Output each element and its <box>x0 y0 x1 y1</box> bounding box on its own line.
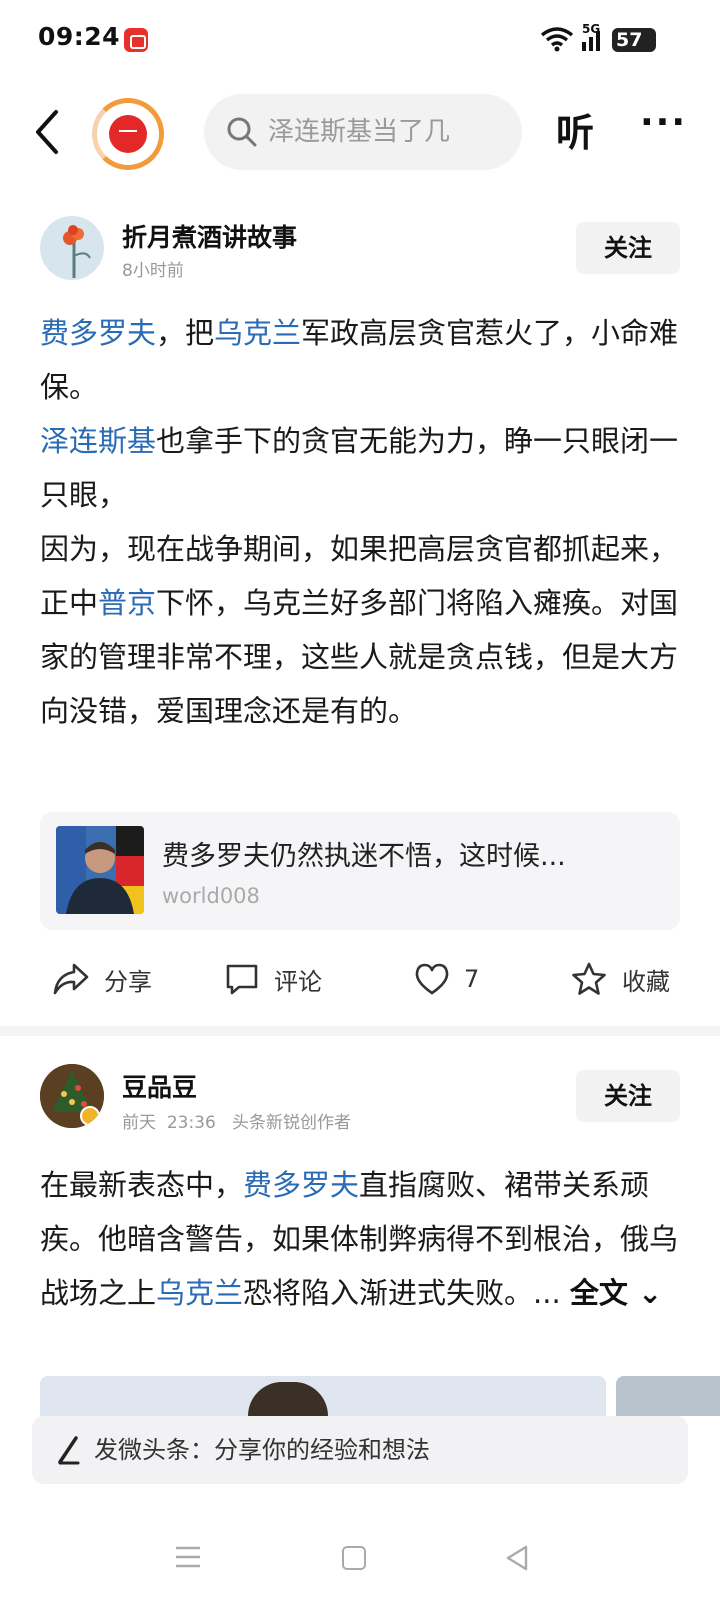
like-button[interactable]: 7 <box>414 956 479 1002</box>
pen-icon <box>58 1436 80 1465</box>
recent-apps-icon[interactable] <box>175 1544 201 1570</box>
like-count: 7 <box>464 965 480 993</box>
battery-level: 57 <box>616 29 643 51</box>
post-paragraph: 泽连斯基也拿手下的贪官无能为力，睁一只眼闭一只眼， <box>40 414 680 522</box>
avatar-flower-image <box>63 225 91 278</box>
app-logo[interactable] <box>92 98 164 170</box>
topic-link[interactable]: 费多罗夫 <box>243 1168 359 1202</box>
topic-link[interactable]: 乌克兰 <box>214 316 301 350</box>
post-time: 8小时前 <box>122 261 184 281</box>
status-bar: 09:24 5G 57 <box>0 0 720 84</box>
comment-button[interactable]: 评论 <box>224 956 322 1002</box>
listen-button[interactable]: 听 <box>556 102 594 157</box>
linked-article-card[interactable]: 费多罗夫仍然执迷不悟，这时候... world008 <box>40 812 680 930</box>
post-action-bar: 分享 评论 7 收藏 <box>0 944 720 1014</box>
post-date: 前天 <box>122 1113 156 1133</box>
follow-button[interactable]: 关注 <box>576 1070 680 1122</box>
author-name[interactable]: 豆品豆 <box>122 1068 197 1104</box>
post-image[interactable] <box>40 1376 606 1416</box>
author-avatar[interactable] <box>40 1064 104 1128</box>
heart-icon <box>415 963 449 995</box>
comment-icon <box>226 964 258 995</box>
linked-article-title: 费多罗夫仍然执迷不悟，这时候... <box>162 841 566 872</box>
post-divider <box>0 1026 720 1036</box>
search-input[interactable]: 泽连斯基当了几 <box>268 94 508 170</box>
signal-icon <box>582 31 600 51</box>
article-thumbnail <box>56 826 144 914</box>
avatar-tree-image <box>40 1064 104 1128</box>
post-card[interactable]: 折月煮酒讲故事 8小时前 关注 费多罗夫，把乌克兰军政高层贪官惹火了，小命难保。… <box>0 184 720 1026</box>
author-name[interactable]: 折月煮酒讲故事 <box>122 218 297 254</box>
topic-link[interactable]: 泽连斯基 <box>40 424 156 458</box>
more-button[interactable]: ··· <box>640 102 687 143</box>
composer-bar[interactable]: 发微头条：分享你的经验和想法 <box>32 1416 688 1484</box>
search-bar[interactable]: 泽连斯基当了几 <box>204 94 522 170</box>
post-image-strip[interactable] <box>40 1376 720 1416</box>
topic-link[interactable]: 普京 <box>98 586 156 620</box>
read-full-button[interactable]: 全文 ⌄ <box>570 1276 662 1310</box>
follow-button[interactable]: 关注 <box>576 222 680 274</box>
wifi-icon <box>540 27 574 52</box>
post-card[interactable]: 豆品豆 前天 23:36 头条新锐创作者 关注 在最新表态中，费多罗夫直指腐败、… <box>0 1036 720 1416</box>
search-icon <box>227 117 257 147</box>
author-avatar[interactable] <box>40 216 104 280</box>
post-body[interactable]: 费多罗夫，把乌克兰军政高层贪官惹火了，小命难保。 泽连斯基也拿手下的贪官无能为力… <box>40 306 680 738</box>
comment-label: 评论 <box>274 967 322 996</box>
post-image[interactable] <box>616 1376 720 1416</box>
share-button[interactable]: 分享 <box>52 956 152 1002</box>
topic-link[interactable]: 乌克兰 <box>156 1276 243 1310</box>
composer-placeholder[interactable]: 发微头条：分享你的经验和想法 <box>94 1416 430 1484</box>
battery-icon: 57 <box>612 28 656 52</box>
share-label: 分享 <box>104 967 152 996</box>
post-time: 23:36 <box>166 1113 216 1133</box>
post-paragraph: 因为，现在战争期间，如果把高层贪官都抓起来，正中普京下怀，乌克兰好多部门将陷入瘫… <box>40 522 680 738</box>
system-back-icon[interactable] <box>504 1544 530 1572</box>
favorite-button[interactable]: 收藏 <box>570 956 670 1002</box>
system-nav-bar <box>0 1520 720 1604</box>
status-time: 09:24 <box>38 22 121 51</box>
share-icon <box>53 963 89 995</box>
post-text: 恐将陷入渐进式失败。... <box>243 1276 570 1310</box>
topic-link[interactable]: 费多罗夫 <box>40 316 156 350</box>
post-paragraph: 费多罗夫，把乌克兰军政高层贪官惹火了，小命难保。 <box>40 306 680 414</box>
post-text: ，把 <box>156 316 215 350</box>
post-body[interactable]: 在最新表态中，费多罗夫直指腐败、裙带关系顽疾。他暗含警告，如果体制弊病得不到根治… <box>40 1158 680 1320</box>
favorite-label: 收藏 <box>622 967 670 996</box>
notification-app-icon <box>124 28 148 52</box>
post-text: 在最新表态中， <box>40 1168 244 1202</box>
chevron-left-icon[interactable] <box>26 106 70 158</box>
linked-article-source: world008 <box>162 884 260 908</box>
home-icon[interactable] <box>342 1546 366 1570</box>
post-meta: 前天 23:36 头条新锐创作者 <box>122 1108 351 1133</box>
creator-badge: 头条新锐创作者 <box>232 1113 352 1133</box>
top-nav: 泽连斯基当了几 听 ··· <box>0 84 720 184</box>
star-icon <box>572 962 606 995</box>
post-paragraph: 在最新表态中，费多罗夫直指腐败、裙带关系顽疾。他暗含警告，如果体制弊病得不到根治… <box>40 1158 680 1320</box>
